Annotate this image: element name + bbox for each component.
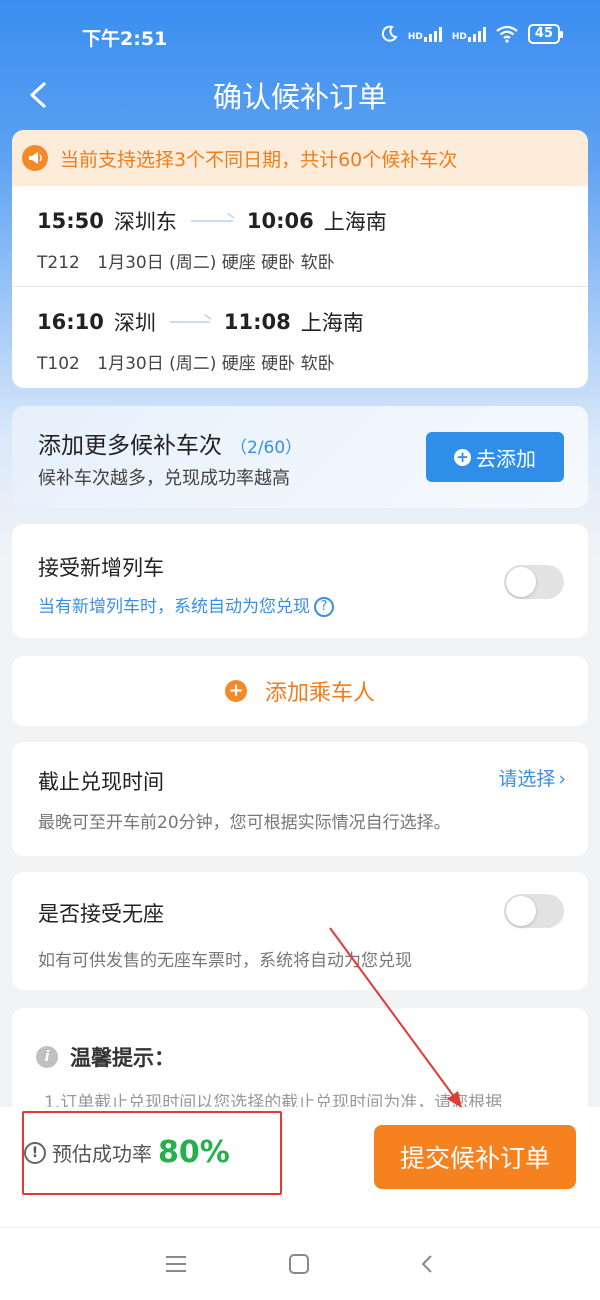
moon-icon [381, 25, 398, 42]
plus-circle-icon: + [454, 448, 471, 466]
status-time: 下午2:51 [82, 28, 168, 50]
go-add-label: 去添加 [476, 446, 536, 471]
status-bar: 下午2:51 HD HD 45 [0, 0, 600, 70]
add-passenger-card[interactable]: + 添加乘车人 [12, 656, 588, 726]
no-seat-title: 是否接受无座 [38, 902, 164, 926]
signal-icon-1: HD [408, 26, 442, 42]
annotation-highlight-box [22, 1111, 282, 1195]
train-seats: 硬座 硬卧 软卧 [221, 253, 335, 273]
notice-text: 当前支持选择3个不同日期，共计60个候补车次 [60, 148, 458, 171]
new-trains-toggle[interactable] [504, 565, 564, 599]
go-add-button[interactable]: + 去添加 [426, 432, 564, 482]
arrive-station: 上海南 [323, 210, 387, 234]
train-date: 1月30日 (周二) [97, 253, 217, 273]
train-seats: 硬座 硬卧 软卧 [221, 354, 335, 374]
status-icons: HD HD 45 [380, 24, 564, 44]
arrive-time: 10:06 [246, 209, 314, 233]
add-more-title: 添加更多候补车次 [38, 433, 222, 459]
depart-station: 深圳东 [113, 210, 177, 234]
deadline-select-link[interactable]: 请选择 › [498, 764, 566, 791]
new-trains-subtitle: 当有新增列车时，系统自动为您兑现 [38, 597, 310, 617]
train-number: T212 [37, 253, 80, 273]
arrive-time: 11:08 [223, 310, 291, 334]
train-list-card: 当前支持选择3个不同日期，共计60个候补车次 15:50 深圳东 10:06 上… [12, 130, 588, 388]
deadline-card: 截止兑现时间 请选择 › 最晚可至开车前20分钟，您可根据实际情况自行选择。 [12, 742, 588, 856]
wifi-icon [496, 25, 518, 43]
deadline-title: 截止兑现时间 [38, 770, 164, 794]
menu-icon[interactable] [166, 1256, 186, 1277]
add-more-subtitle: 候补车次越多，兑现成功率越高 [38, 468, 290, 489]
battery-icon: 45 [527, 24, 564, 44]
train-item[interactable]: 16:10 深圳 11:08 上海南 T102 1月30日 (周二) 硬座 硬卧… [12, 286, 588, 386]
info-icon: i [36, 1046, 58, 1068]
tips-title: 温馨提示： [70, 1046, 175, 1070]
chevron-right-icon: › [558, 768, 566, 790]
submit-order-button[interactable]: 提交候补订单 [374, 1125, 576, 1189]
train-date: 1月30日 (周二) [97, 354, 217, 374]
nav-bar: 确认候补订单 [0, 70, 600, 120]
depart-time: 15:50 [37, 209, 104, 233]
arrive-station: 上海南 [300, 311, 364, 335]
system-nav-bar [0, 1227, 600, 1300]
add-passenger-icon: + [224, 680, 247, 702]
notice-banner: 当前支持选择3个不同日期，共计60个候补车次 [12, 130, 588, 186]
no-seat-toggle[interactable] [504, 894, 564, 928]
new-trains-card: 接受新增列车 当有新增列车时，系统自动为您兑现? [12, 524, 588, 638]
no-seat-card: 是否接受无座 如有可供发售的无座车票时，系统将自动为您兑现 [12, 872, 588, 990]
home-icon[interactable] [289, 1254, 309, 1274]
no-seat-subtitle: 如有可供发售的无座车票时，系统将自动为您兑现 [38, 951, 412, 971]
train-number: T102 [37, 354, 80, 374]
system-back-icon[interactable] [418, 1254, 436, 1274]
new-trains-title: 接受新增列车 [38, 556, 164, 580]
help-icon[interactable]: ? [314, 597, 334, 617]
arrow-icon [169, 321, 210, 323]
signal-icon-2: HD [452, 26, 486, 42]
depart-station: 深圳 [113, 311, 156, 335]
deadline-subtitle: 最晚可至开车前20分钟，您可根据实际情况自行选择。 [38, 813, 451, 833]
add-passenger-label: 添加乘车人 [264, 681, 375, 706]
add-more-count: （2/60） [230, 438, 303, 458]
arrow-icon [190, 220, 233, 222]
add-more-trains-card: 添加更多候补车次 （2/60） 候补车次越多，兑现成功率越高 + 去添加 [12, 406, 588, 508]
page-title: 确认候补订单 [212, 80, 387, 114]
depart-time: 16:10 [37, 310, 104, 334]
train-item[interactable]: 15:50 深圳东 10:06 上海南 T212 1月30日 (周二) 硬座 硬… [12, 186, 588, 286]
megaphone-icon [22, 145, 48, 171]
